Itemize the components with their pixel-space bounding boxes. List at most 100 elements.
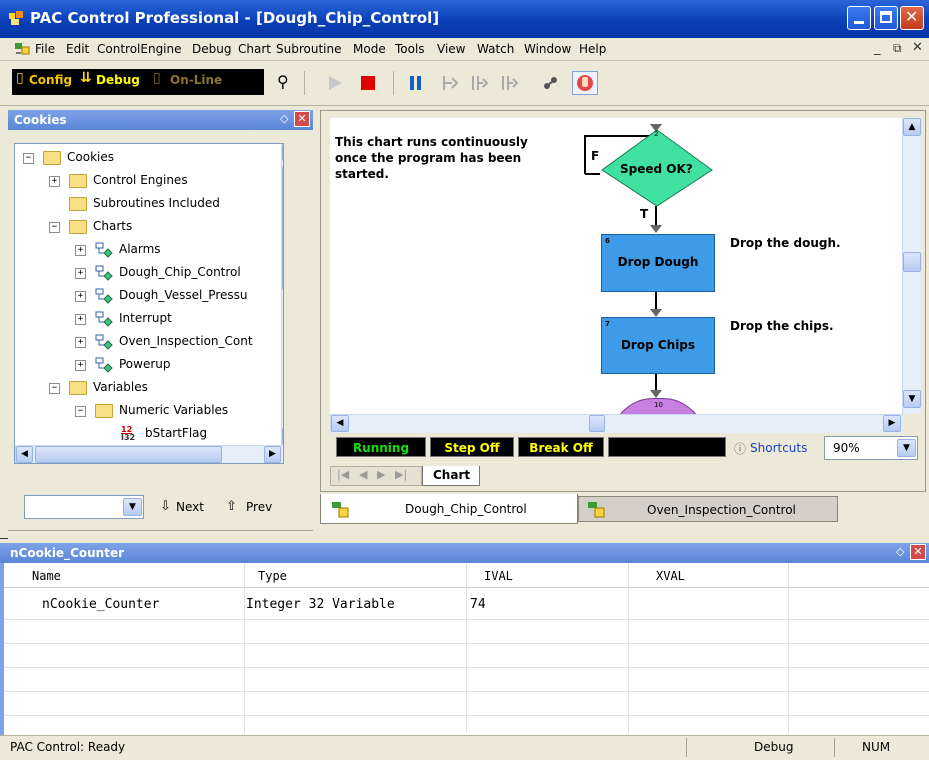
shortcuts-link[interactable]: Shortcuts: [750, 441, 807, 455]
expand-icon[interactable]: +: [75, 337, 86, 348]
doc-tab-dough-chip-control[interactable]: Dough_Chip_Control: [320, 494, 578, 524]
combo-dropdown-button[interactable]: ▼: [123, 498, 142, 516]
tree-item[interactable]: 12 I32 bStartFlag: [15, 424, 281, 446]
collapse-icon[interactable]: −: [49, 222, 60, 233]
scroll-down-button[interactable]: ▼: [282, 428, 283, 445]
scroll-down-button[interactable]: ▼: [903, 390, 921, 408]
scroll-thumb[interactable]: [903, 252, 921, 272]
menu-controlengine[interactable]: ControlEngine: [97, 42, 182, 56]
step-icon[interactable]: [440, 73, 460, 93]
menu-help[interactable]: Help: [579, 42, 606, 56]
document-icon: [15, 43, 30, 55]
mdi-restore-button[interactable]: ⧉: [893, 41, 902, 56]
col-type[interactable]: Type: [258, 569, 287, 583]
tree-item[interactable]: − Charts: [15, 217, 281, 239]
zoom-dropdown-button[interactable]: ▼: [897, 439, 916, 457]
scroll-up-button[interactable]: ▲: [903, 118, 921, 136]
breakpoint-toggle-button[interactable]: [572, 71, 598, 95]
menu-edit[interactable]: Edit: [66, 42, 89, 56]
menu-mode[interactable]: Mode: [353, 42, 386, 56]
menu-file[interactable]: File: [35, 42, 55, 56]
collapse-icon[interactable]: −: [23, 153, 34, 164]
step-over-icon[interactable]: [470, 73, 490, 93]
expand-icon[interactable]: +: [49, 176, 60, 187]
watch-close-button[interactable]: ✕: [910, 544, 926, 560]
drop-dough-block[interactable]: 6 Drop Dough: [601, 234, 715, 292]
drop-chips-block[interactable]: 7 Drop Chips: [601, 317, 715, 374]
close-button[interactable]: ✕: [900, 6, 924, 30]
debug-mode-button[interactable]: Debug: [96, 73, 140, 87]
collapse-icon[interactable]: −: [49, 383, 60, 394]
col-name[interactable]: Name: [32, 569, 61, 583]
menu-tools[interactable]: Tools: [395, 42, 425, 56]
find-icon[interactable]: ⚲: [277, 72, 289, 91]
menu-window[interactable]: Window: [524, 42, 571, 56]
prev-button[interactable]: Prev: [246, 500, 272, 514]
tree-item[interactable]: + Oven_Inspection_Cont: [15, 332, 281, 354]
cell-ival[interactable]: 74: [470, 597, 486, 612]
expand-icon[interactable]: +: [75, 291, 86, 302]
tree-item[interactable]: − Numeric Variables: [15, 401, 281, 423]
first-tab-icon[interactable]: |◀: [337, 468, 349, 481]
tree-item[interactable]: + Dough_Vessel_Pressu: [15, 286, 281, 308]
scroll-right-button[interactable]: ▶: [264, 446, 281, 463]
prev-tab-icon[interactable]: ◀: [359, 468, 367, 481]
scroll-left-button[interactable]: ◀: [331, 415, 349, 432]
tree-vertical-scrollbar[interactable]: ▲ ▼: [281, 144, 283, 463]
find-combo[interactable]: ▼: [24, 495, 144, 519]
tree-item[interactable]: + Control Engines: [15, 171, 281, 193]
menu-subroutine[interactable]: Subroutine: [276, 42, 341, 56]
tree-item[interactable]: − Variables: [15, 378, 281, 400]
tree-item[interactable]: + Alarms: [15, 240, 281, 262]
expand-icon[interactable]: +: [75, 314, 86, 325]
minimize-button[interactable]: [847, 6, 871, 30]
col-xval[interactable]: XVAL: [656, 569, 685, 583]
tree-horizontal-scrollbar[interactable]: ◀ ▶: [15, 445, 282, 463]
collapse-icon[interactable]: −: [75, 406, 86, 417]
scroll-right-button[interactable]: ▶: [883, 415, 901, 432]
pin-icon[interactable]: ◇: [896, 545, 904, 558]
mdi-close-button[interactable]: ✕: [912, 40, 923, 55]
menu-watch[interactable]: Watch: [477, 42, 514, 56]
menu-chart[interactable]: Chart: [238, 42, 271, 56]
online-mode-button[interactable]: On-Line: [170, 73, 222, 87]
scroll-up-button[interactable]: ▲: [282, 144, 283, 161]
expand-icon[interactable]: +: [75, 268, 86, 279]
next-button[interactable]: Next: [176, 500, 204, 514]
chart-horizontal-scrollbar[interactable]: ◀ ▶: [330, 414, 903, 433]
tree-item[interactable]: Subroutines Included: [15, 194, 281, 216]
break-status[interactable]: Break Off: [518, 437, 604, 457]
tree-item[interactable]: + Powerup: [15, 355, 281, 377]
run-icon[interactable]: [325, 73, 345, 93]
breakpoint-icon[interactable]: [540, 73, 560, 93]
chart-vertical-scrollbar[interactable]: ▲ ▼: [902, 118, 921, 414]
step-out-icon[interactable]: [500, 73, 520, 93]
menu-debug[interactable]: Debug: [192, 42, 231, 56]
pause-icon[interactable]: [406, 73, 426, 93]
next-tab-icon[interactable]: ▶: [377, 468, 385, 481]
doc-tab-oven-inspection-control[interactable]: Oven_Inspection_Control: [578, 496, 838, 522]
flowchart-canvas[interactable]: This chart runs continuously once the pr…: [330, 118, 902, 414]
hscroll-thumb[interactable]: [589, 415, 605, 432]
tree-item[interactable]: − Cookies: [15, 148, 281, 170]
expand-icon[interactable]: +: [75, 245, 86, 256]
maximize-button[interactable]: [874, 6, 898, 30]
menu-view[interactable]: View: [437, 42, 465, 56]
panel-title: Cookies: [14, 113, 67, 127]
panel-close-button[interactable]: ✕: [294, 111, 310, 127]
tree-item[interactable]: + Interrupt: [15, 309, 281, 331]
last-tab-icon[interactable]: ▶|: [395, 468, 407, 481]
mdi-minimize-button[interactable]: _: [874, 41, 881, 56]
scroll-thumb[interactable]: [282, 166, 283, 290]
pin-icon[interactable]: ◇: [280, 112, 288, 125]
tree-item[interactable]: + Dough_Chip_Control: [15, 263, 281, 285]
stop-icon[interactable]: [361, 76, 375, 90]
step-status[interactable]: Step Off: [430, 437, 514, 457]
zoom-select[interactable]: 90% ▼: [824, 436, 918, 460]
config-mode-button[interactable]: Config: [29, 73, 72, 87]
col-ival[interactable]: IVAL: [484, 569, 513, 583]
scroll-left-button[interactable]: ◀: [16, 446, 33, 463]
hscroll-thumb[interactable]: [35, 446, 222, 463]
tab-chart[interactable]: Chart: [422, 466, 480, 486]
expand-icon[interactable]: +: [75, 360, 86, 371]
